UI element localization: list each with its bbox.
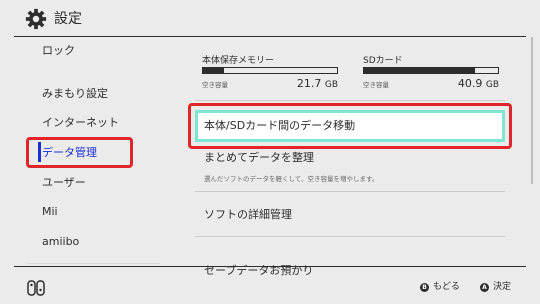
joycon-icon bbox=[27, 280, 45, 296]
sd-free-label: 空き容量 bbox=[363, 81, 389, 89]
organize-data-description: 選んだソフトのデータを軽くして、空き容量を増やします。 bbox=[204, 175, 379, 183]
gear-icon bbox=[25, 8, 47, 30]
sidebar-item-internet[interactable]: インターネット bbox=[42, 116, 119, 130]
back-label[interactable]: もどる bbox=[433, 282, 460, 293]
sidebar-item-users[interactable]: ユーザー bbox=[42, 176, 86, 190]
sidebar-item-parental-controls[interactable]: みまもり設定 bbox=[42, 87, 108, 101]
sidebar-item-mii[interactable]: Mii bbox=[42, 205, 58, 219]
sd-free-size: 40.9 GB bbox=[429, 77, 499, 92]
system-memory-label: 本体保存メモリー bbox=[202, 56, 275, 66]
organize-data-button[interactable]: まとめてデータを整理 bbox=[204, 151, 314, 165]
system-free-size: 21.7 GB bbox=[268, 77, 338, 92]
sd-card-label: SDカード bbox=[363, 56, 403, 66]
system-memory-bar bbox=[202, 67, 338, 74]
a-button-icon[interactable]: A bbox=[480, 283, 489, 292]
sd-card-bar bbox=[363, 67, 499, 74]
system-free-label: 空き容量 bbox=[202, 81, 228, 89]
system-memory-bar-fill bbox=[203, 68, 225, 73]
page-title: 設定 bbox=[54, 11, 82, 27]
sidebar-item-amiibo[interactable]: amiibo bbox=[42, 235, 79, 249]
scrollbar[interactable] bbox=[531, 37, 533, 184]
sidebar-item-lock[interactable]: ロック bbox=[42, 44, 75, 58]
system-free-size-value: 21.7 bbox=[296, 77, 322, 90]
system-free-size-unit: GB bbox=[324, 80, 338, 90]
move-data-highlight-box bbox=[188, 103, 512, 149]
sd-free-size-unit: GB bbox=[485, 80, 499, 90]
software-detail-button[interactable]: ソフトの詳細管理 bbox=[204, 208, 292, 222]
storage-divider bbox=[195, 100, 505, 101]
sidebar-bottom-divider bbox=[27, 263, 160, 264]
sd-card-bar-fill bbox=[364, 68, 476, 73]
b-button-icon[interactable]: B bbox=[420, 283, 429, 292]
sidebar-highlight-box bbox=[26, 137, 133, 168]
header: 設定 bbox=[0, 0, 540, 37]
row-divider-1 bbox=[195, 191, 505, 192]
sd-free-size-value: 40.9 bbox=[457, 77, 483, 90]
row-divider-2 bbox=[195, 236, 505, 237]
confirm-label[interactable]: 決定 bbox=[493, 282, 511, 293]
